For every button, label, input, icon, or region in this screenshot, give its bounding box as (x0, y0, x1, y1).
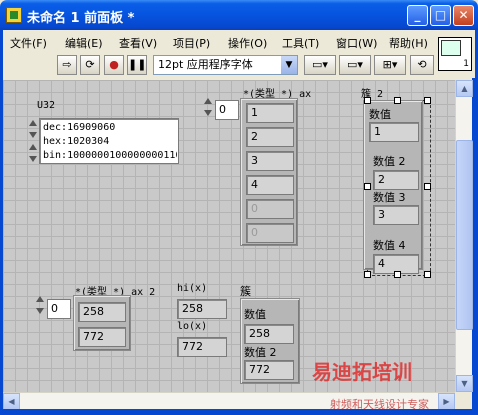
resize-handle-bl[interactable] (364, 271, 371, 278)
cluster-field2-label: 数值 2 (244, 346, 277, 359)
font-select[interactable]: 12pt 应用程序字体 ▼ (153, 55, 298, 75)
resize-handle-tl[interactable] (364, 97, 371, 104)
window-title: 未命名 1 前面板 * (27, 11, 135, 26)
menu-project[interactable]: 项目(P) (173, 35, 210, 51)
scroll-down-icon[interactable]: ▼ (456, 375, 473, 392)
run-arrow-icon[interactable]: ⇨ (57, 55, 77, 75)
menu-tools[interactable]: 工具(T) (282, 35, 319, 51)
array2-element-1[interactable]: 772 (78, 327, 126, 347)
abort-icon[interactable]: ● (104, 55, 124, 75)
menu-file[interactable]: 文件(F) (10, 35, 47, 51)
maximize-button[interactable]: □ (430, 5, 451, 26)
hi-value[interactable]: 258 (177, 299, 227, 319)
distribute-objects-icon[interactable]: ▭▾ (339, 55, 371, 75)
cluster-field1-label: 数值 (244, 308, 266, 321)
u32-dec: dec:16909060 (43, 122, 116, 133)
menu-window[interactable]: 窗口(W) (336, 35, 377, 51)
hi-label: hi(x) (177, 283, 208, 294)
cluster2-field2-value[interactable]: 2 (373, 170, 419, 190)
cluster-field2-value[interactable]: 772 (244, 360, 294, 380)
menu-view[interactable]: 查看(V) (119, 35, 157, 51)
lo-label: lo(x) (177, 321, 208, 332)
scroll-corner (455, 392, 472, 409)
cluster2-field2-label: 数值 2 (373, 155, 406, 168)
font-select-value: 12pt 应用程序字体 (158, 58, 253, 71)
cluster2-field3-value[interactable]: 3 (373, 205, 419, 225)
lo-value[interactable]: 772 (177, 337, 227, 357)
resize-handle-bm[interactable] (394, 271, 401, 278)
u32-decrement-icon[interactable] (27, 142, 39, 164)
menu-help[interactable]: 帮助(H) (389, 35, 428, 51)
resize-handle-mr[interactable] (424, 183, 431, 190)
u32-hex: hex:1020304 (43, 136, 110, 147)
pause-icon[interactable]: ❚❚ (127, 55, 147, 75)
vi-graphic (441, 40, 461, 56)
align-objects-icon[interactable]: ▭▾ (304, 55, 336, 75)
array2-element-0[interactable]: 258 (78, 302, 126, 322)
u32-label: U32 (37, 100, 56, 111)
array1-element-1[interactable]: 2 (246, 127, 294, 147)
watermark-tagline: 射频和天线设计专家 (330, 398, 429, 411)
cluster-field1-value[interactable]: 258 (244, 324, 294, 344)
array1-element-0[interactable]: 1 (246, 103, 294, 123)
scroll-right-icon[interactable]: ▶ (438, 393, 455, 410)
scroll-left-icon[interactable]: ◀ (3, 393, 20, 410)
array1-element-2[interactable]: 3 (246, 151, 294, 171)
array1-element-5[interactable]: 0 (246, 223, 294, 243)
labview-vi-icon (6, 7, 22, 23)
chevron-down-icon: ▼ (281, 56, 297, 74)
array2-index-spinner[interactable] (34, 294, 46, 316)
watermark-logo: 易迪拓培训 (312, 360, 412, 384)
menu-edit[interactable]: 编辑(E) (65, 35, 103, 51)
run-continuously-icon[interactable]: ⟳ (80, 55, 100, 75)
close-button[interactable]: ✕ (453, 5, 474, 26)
resize-handle-tr[interactable] (424, 97, 431, 104)
menu-operate[interactable]: 操作(O) (228, 35, 267, 51)
cluster2-field1-value[interactable]: 1 (369, 122, 419, 142)
u32-display[interactable]: dec:16909060 hex:1020304 bin:10000001000… (39, 118, 179, 164)
vi-connector-icon[interactable]: 1 (438, 37, 472, 71)
cluster2-field1-label: 数值 (369, 108, 391, 121)
resize-handle-br[interactable] (424, 271, 431, 278)
reorder-icon[interactable]: ⟲ (410, 55, 434, 75)
resize-handle-tm[interactable] (394, 97, 401, 104)
cluster2-field3-label: 数值 3 (373, 191, 406, 204)
resize-objects-icon[interactable]: ⊞▾ (374, 55, 406, 75)
front-panel: U32 dec:16909060 hex:1020304 bin:1000000… (3, 80, 455, 392)
array1-element-3[interactable]: 4 (246, 175, 294, 195)
cluster-label: 簇 (240, 285, 251, 298)
vertical-scroll-thumb[interactable] (456, 140, 473, 330)
array1-index[interactable]: 0 (215, 100, 239, 120)
array2-index[interactable]: 0 (47, 299, 71, 319)
scroll-up-icon[interactable]: ▲ (456, 80, 473, 97)
u32-increment-icon[interactable] (27, 118, 39, 140)
vertical-scrollbar[interactable]: ▲ ▼ (455, 80, 473, 392)
cluster2-field4-label: 数值 4 (373, 239, 406, 252)
array1-element-4[interactable]: 0 (246, 199, 294, 219)
vi-number: 1 (463, 59, 469, 69)
resize-handle-ml[interactable] (364, 183, 371, 190)
u32-bin: bin:1000000100000000110 (43, 150, 177, 161)
minimize-button[interactable]: _ (407, 5, 428, 26)
array1-index-spinner[interactable] (202, 96, 214, 118)
